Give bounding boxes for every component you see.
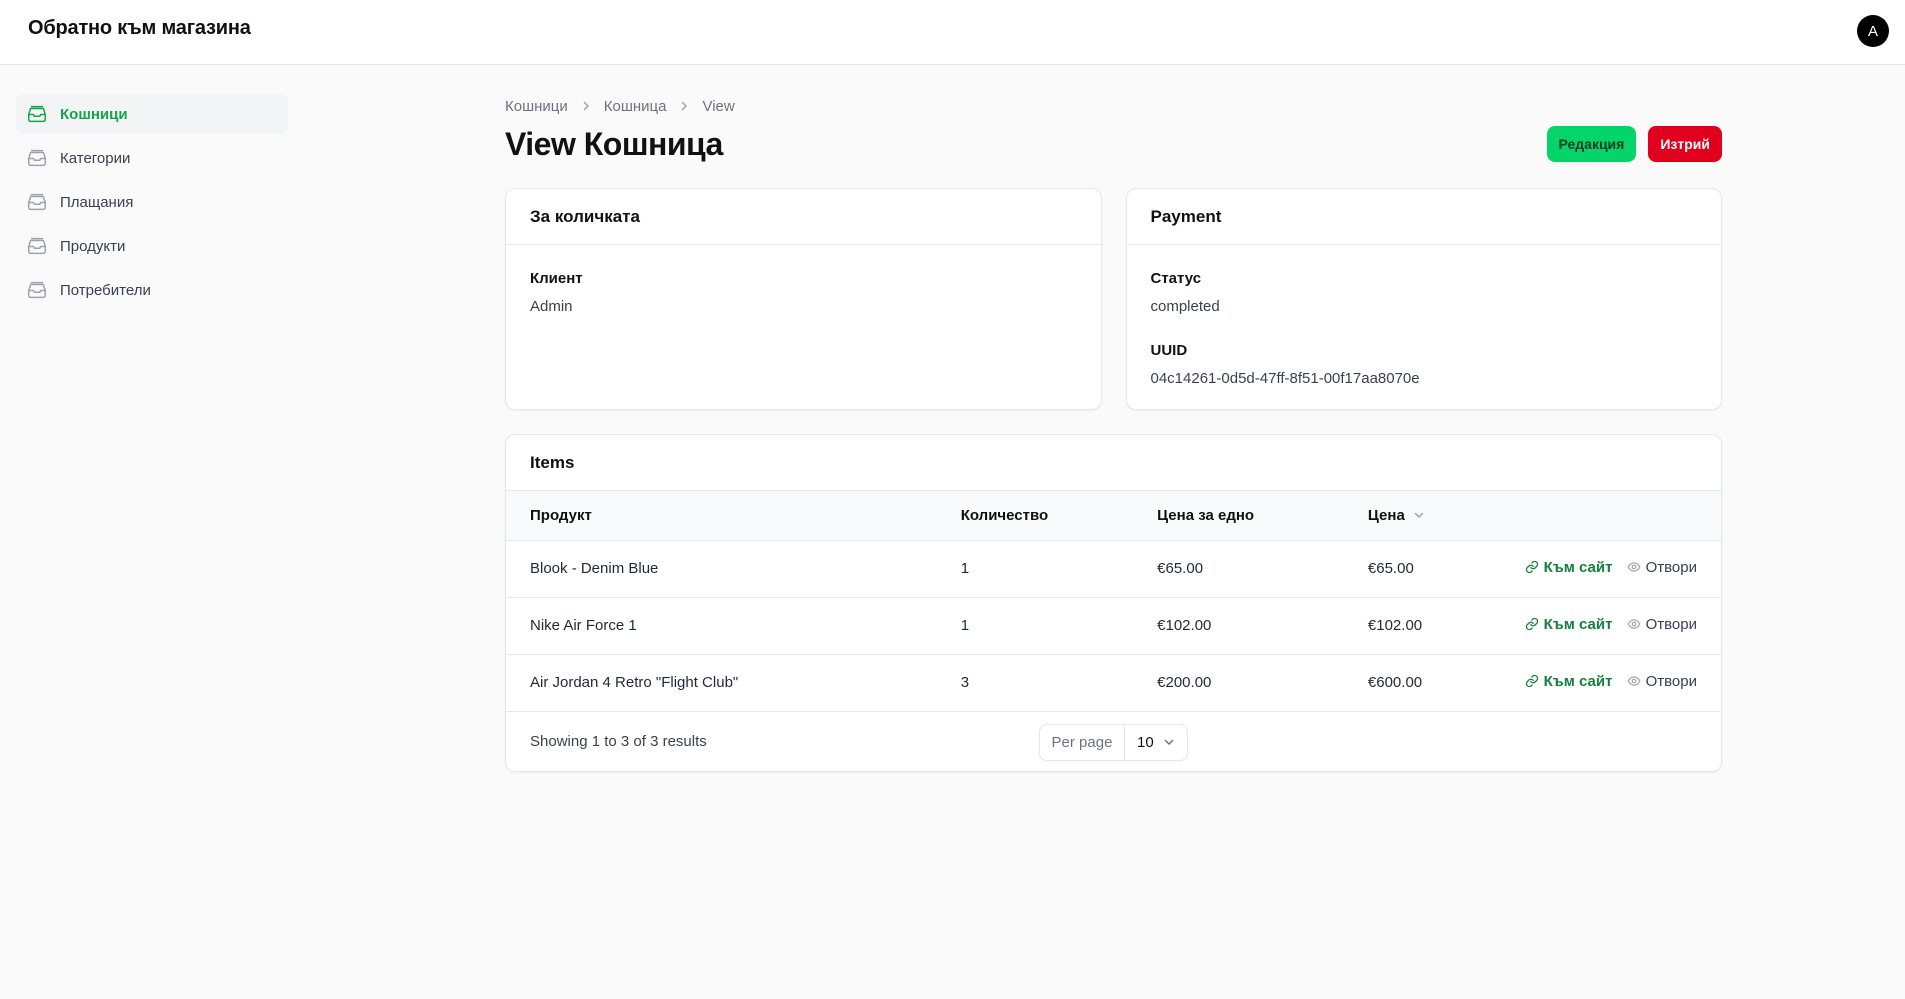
title-row: View Кошница Редакция Изтрий bbox=[505, 120, 1722, 178]
column-product: Продукт bbox=[506, 491, 961, 541]
inbox-stack-icon bbox=[28, 105, 46, 123]
cell-price: €600.00 bbox=[1367, 654, 1517, 712]
chevron-right-icon bbox=[678, 100, 690, 112]
breadcrumb-cart[interactable]: Кошница bbox=[604, 98, 667, 115]
to-site-link[interactable]: Към сайт bbox=[1525, 558, 1613, 576]
open-label: Отвори bbox=[1645, 672, 1697, 690]
field-value: completed bbox=[1150, 298, 1220, 315]
sidebar-item-label: Потребители bbox=[60, 281, 151, 299]
main-content: Кошници Кошница View View Кошница Редакц… bbox=[505, 94, 1722, 772]
link-icon bbox=[1525, 561, 1538, 574]
link-icon bbox=[1525, 618, 1538, 631]
user-avatar[interactable]: A bbox=[1857, 15, 1889, 47]
cell-unit-price: €200.00 bbox=[1157, 654, 1368, 712]
table-footer: Showing 1 to 3 of 3 results Per page 10 bbox=[506, 712, 1721, 771]
open-link[interactable]: Отвори bbox=[1627, 673, 1697, 690]
sidebar-item-products[interactable]: Продукти bbox=[16, 226, 288, 266]
open-label: Отвори bbox=[1645, 615, 1697, 633]
page-title: View Кошница bbox=[505, 126, 723, 162]
cell-quantity: 1 bbox=[960, 540, 1158, 598]
results-summary: Showing 1 to 3 of 3 results bbox=[530, 732, 707, 750]
cell-product: Blook - Denim Blue bbox=[506, 540, 961, 598]
edit-button[interactable]: Редакция bbox=[1546, 126, 1637, 162]
table-row[interactable]: Nike Air Force 1 1 €102.00 €102.00 Към с… bbox=[506, 597, 1721, 655]
cell-price: €102.00 bbox=[1367, 597, 1517, 655]
inbox-stack-icon bbox=[28, 193, 46, 211]
open-label: Отвори bbox=[1645, 558, 1697, 576]
payment-card: Payment Статус completed UUID 04c14261-0… bbox=[1125, 188, 1722, 410]
chevron-down-icon bbox=[1414, 513, 1424, 518]
field-value: 04c14261-0d5d-47ff-8f51-00f17aa8070e bbox=[1150, 370, 1420, 387]
column-unit-price: Цена за едно bbox=[1157, 491, 1368, 541]
open-link[interactable]: Отвори bbox=[1627, 616, 1697, 633]
inbox-stack-icon bbox=[28, 237, 46, 255]
inbox-stack-icon bbox=[28, 149, 46, 167]
link-icon bbox=[1525, 675, 1538, 688]
sidebar-item-label: Категории bbox=[60, 149, 131, 167]
per-page-label: Per page bbox=[1040, 724, 1125, 760]
open-link[interactable]: Отвори bbox=[1627, 559, 1697, 576]
cell-product: Nike Air Force 1 bbox=[506, 597, 961, 655]
sidebar-item-carts[interactable]: Кошници bbox=[16, 94, 288, 134]
eye-icon bbox=[1627, 562, 1641, 572]
table-row[interactable]: Blook - Denim Blue 1 €65.00 €65.00 Към с… bbox=[506, 540, 1721, 598]
card-title: За количката bbox=[506, 189, 1101, 245]
breadcrumb-view: View bbox=[702, 97, 735, 115]
field-label: UUID bbox=[1150, 342, 1188, 359]
items-card: Items Продукт Количество Цена за едно Це… bbox=[505, 434, 1722, 772]
cell-unit-price: €65.00 bbox=[1157, 540, 1368, 598]
field-value: Admin bbox=[530, 298, 573, 315]
back-to-shop-link[interactable]: Обратно към магазина bbox=[28, 17, 251, 40]
eye-icon bbox=[1627, 676, 1641, 686]
cell-product: Air Jordan 4 Retro "Flight Club" bbox=[506, 654, 961, 712]
field-label: Статус bbox=[1150, 270, 1202, 287]
table-row[interactable]: Air Jordan 4 Retro "Flight Club" 3 €200.… bbox=[506, 654, 1721, 712]
sidebar-item-label: Плащания bbox=[60, 193, 134, 211]
cell-price: €65.00 bbox=[1367, 540, 1517, 598]
chevron-right-icon bbox=[580, 100, 592, 112]
cell-actions: Към сайт Отвори bbox=[1516, 654, 1721, 712]
chevron-down-icon bbox=[1164, 739, 1174, 745]
card-title: Items bbox=[506, 435, 1721, 491]
per-page-value: 10 bbox=[1137, 733, 1154, 751]
uuid-field: UUID 04c14261-0d5d-47ff-8f51-00f17aa8070… bbox=[1151, 341, 1698, 389]
cell-quantity: 3 bbox=[960, 654, 1158, 712]
to-site-label: Към сайт bbox=[1543, 672, 1613, 690]
delete-button[interactable]: Изтрий bbox=[1648, 126, 1722, 162]
items-table: Продукт Количество Цена за едно Цена Blo… bbox=[506, 491, 1721, 712]
breadcrumb: Кошници Кошница View bbox=[505, 94, 1722, 118]
sidebar: Кошници Категории Плащания Продукти Потр… bbox=[16, 94, 288, 314]
to-site-label: Към сайт bbox=[1543, 615, 1613, 633]
to-site-label: Към сайт bbox=[1543, 558, 1613, 576]
eye-icon bbox=[1627, 619, 1641, 629]
info-cards: За количката Клиент Admin Payment Статус… bbox=[505, 188, 1722, 410]
cell-unit-price: €102.00 bbox=[1157, 597, 1368, 655]
per-page-select[interactable]: 10 bbox=[1125, 734, 1187, 751]
column-actions bbox=[1516, 491, 1721, 541]
sidebar-item-categories[interactable]: Категории bbox=[16, 138, 288, 178]
column-price[interactable]: Цена bbox=[1367, 491, 1517, 541]
per-page-control: Per page 10 bbox=[1039, 723, 1188, 761]
inbox-stack-icon bbox=[28, 281, 46, 299]
header-actions: Редакция Изтрий bbox=[1546, 126, 1722, 162]
sidebar-item-label: Кошници bbox=[60, 105, 128, 123]
to-site-link[interactable]: Към сайт bbox=[1525, 615, 1613, 633]
to-site-link[interactable]: Към сайт bbox=[1525, 672, 1613, 690]
status-field: Статус completed bbox=[1151, 269, 1698, 317]
sidebar-item-label: Продукти bbox=[60, 237, 126, 255]
field-label: Клиент bbox=[530, 270, 583, 287]
sidebar-item-users[interactable]: Потребители bbox=[16, 270, 288, 310]
column-price-label: Цена bbox=[1367, 506, 1405, 524]
column-quantity: Количество bbox=[960, 491, 1158, 541]
cell-actions: Към сайт Отвори bbox=[1516, 597, 1721, 655]
top-bar: Обратно към магазина A bbox=[0, 0, 1905, 65]
sidebar-item-payments[interactable]: Плащания bbox=[16, 182, 288, 222]
cart-info-card: За количката Клиент Admin bbox=[505, 188, 1102, 410]
cell-quantity: 1 bbox=[960, 597, 1158, 655]
client-field: Клиент Admin bbox=[530, 269, 1077, 317]
table-header-row: Продукт Количество Цена за едно Цена bbox=[506, 491, 1721, 541]
card-title: Payment bbox=[1126, 189, 1721, 245]
cell-actions: Към сайт Отвори bbox=[1516, 540, 1721, 598]
breadcrumb-carts[interactable]: Кошници bbox=[505, 98, 568, 115]
